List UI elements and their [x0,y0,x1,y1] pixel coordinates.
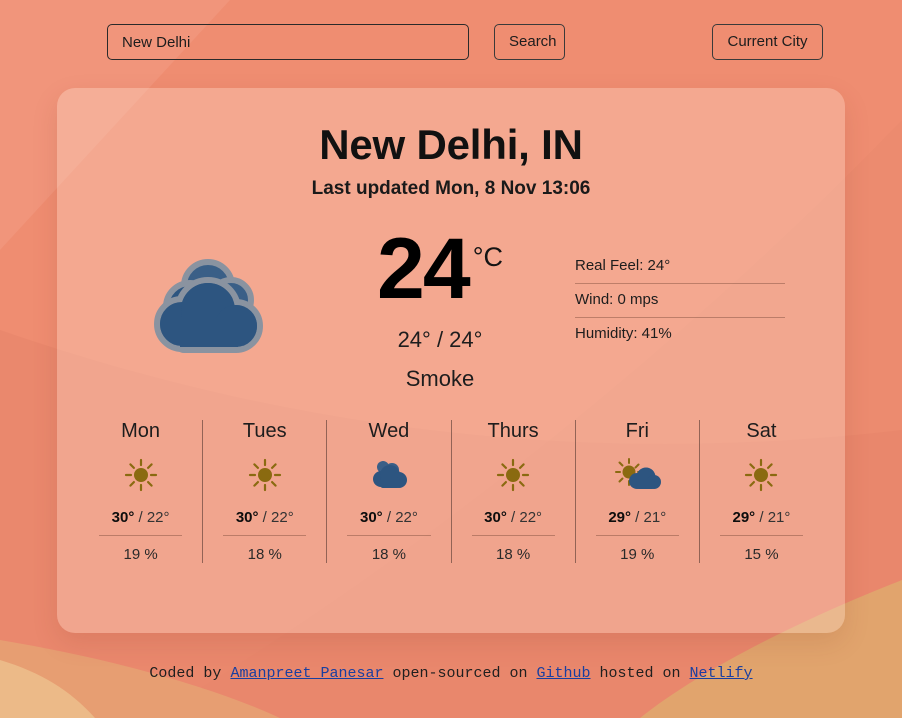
forecast-temps: 30° / 22° [99,509,183,537]
search-bar: Search Current City [0,0,902,84]
forecast-sep: / [258,509,272,527]
footer-prefix: Coded by [149,665,231,682]
forecast-day-name: Tues [242,420,287,443]
last-updated-text: Last updated Mon, 8 Nov 13:06 [311,178,591,199]
sun-icon [496,459,530,492]
city-search-input[interactable] [107,24,469,60]
forecast-temps: 29° / 21° [595,509,679,537]
sun-icon [745,459,778,492]
forecast-day-name: Thurs [487,420,539,443]
author-link[interactable]: Amanpreet Panesar [230,665,383,682]
forecast-day-mon: Mon 30° / 22° 19 % [79,420,204,564]
forecast-high: 29° [608,509,632,527]
forecast-day-thurs: Thurs 30° / 22° 18 % [452,420,576,564]
forecast-icon-wrap [458,455,569,495]
forecast-sep: / [631,509,644,527]
weather-card: New Delhi, IN Last updated Mon, 8 Nov 13… [57,88,845,633]
forecast-precip: 18 % [247,546,282,564]
forecast-icon-wrap [582,455,693,495]
cloud-icon [372,461,407,489]
sun-behind-cloud-icon [615,458,662,490]
netlify-link[interactable]: Netlify [690,665,753,682]
forecast-temps: 30° / 22° [223,509,307,537]
current-details-list: Real Feel: 24° Wind: 0 mps Humidity: 41% [555,228,785,351]
forecast-precip: 19 % [123,546,158,564]
search-button[interactable]: Search [494,24,565,60]
forecast-high: 30° [111,509,135,527]
detail-wind: Wind: 0 mps [575,284,785,318]
forecast-sep: / [134,509,147,527]
forecast-precip: 19 % [620,546,655,564]
footer-hosted: hosted on [590,665,690,682]
footer: Coded by Amanpreet Panesar open-sourced … [0,665,902,682]
sun-icon [248,459,281,492]
current-description: Smoke [405,366,475,392]
forecast-high: 30° [235,509,259,527]
detail-humidity: Humidity: 41% [575,325,672,342]
forecast-icon-wrap [706,455,817,495]
forecast-high: 30° [484,509,507,527]
current-temperature: 24 [377,221,471,317]
forecast-low: 22° [519,509,543,527]
forecast-day-name: Sat [746,420,777,443]
forecast-day-tues: Tues 30° / 22° 18 % [203,420,328,564]
cloud-icon [154,259,263,353]
forecast-day-name: Wed [368,420,410,443]
forecast-row: Mon 30° / 22° 19 % Tues 30° / 22° 18 % W… [57,420,845,564]
detail-real-feel: Real Feel: 24° [575,250,785,284]
forecast-precip: 18 % [371,546,407,564]
forecast-low: 22° [395,509,418,527]
github-link[interactable]: Github [537,665,591,682]
page-title: New Delhi, IN [319,121,583,168]
forecast-temps: 30° / 22° [347,509,431,537]
current-weather-icon-wrap [89,228,325,364]
forecast-day-name: Fri [625,420,649,443]
forecast-day-sat: Sat 29° / 21° 15 % [700,420,823,563]
current-min-max: 24° / 24° [397,327,483,353]
forecast-icon-wrap [333,455,444,495]
forecast-day-wed: Wed 30° / 22° 18 % [327,420,452,564]
forecast-temps: 30° / 22° [471,509,555,537]
forecast-low: 22° [146,509,170,527]
current-temperature-block: 24 °C 24° / 24° Smoke [325,221,555,392]
sun-icon [124,459,157,492]
forecast-icon-wrap [209,455,320,495]
forecast-day-name: Mon [121,420,161,443]
forecast-temps: 29° / 21° [719,509,804,537]
forecast-sep: / [506,509,520,527]
forecast-low: 21° [767,509,791,527]
forecast-low: 22° [271,509,294,527]
forecast-high: 30° [359,509,383,527]
forecast-sep: / [382,509,396,527]
forecast-precip: 18 % [496,546,531,564]
temperature-unit: °C [472,242,503,272]
current-conditions: 24 °C 24° / 24° Smoke Real Feel: 24° Win… [57,221,845,392]
forecast-precip: 15 % [744,546,779,564]
forecast-icon-wrap [85,455,196,495]
current-city-button[interactable]: Current City [712,24,823,60]
forecast-day-fri: Fri 29° / 21° 19 % [576,420,700,564]
forecast-sep: / [755,509,768,527]
forecast-high: 29° [732,509,756,527]
footer-middle: open-sourced on [383,665,537,682]
forecast-low: 21° [643,509,667,527]
